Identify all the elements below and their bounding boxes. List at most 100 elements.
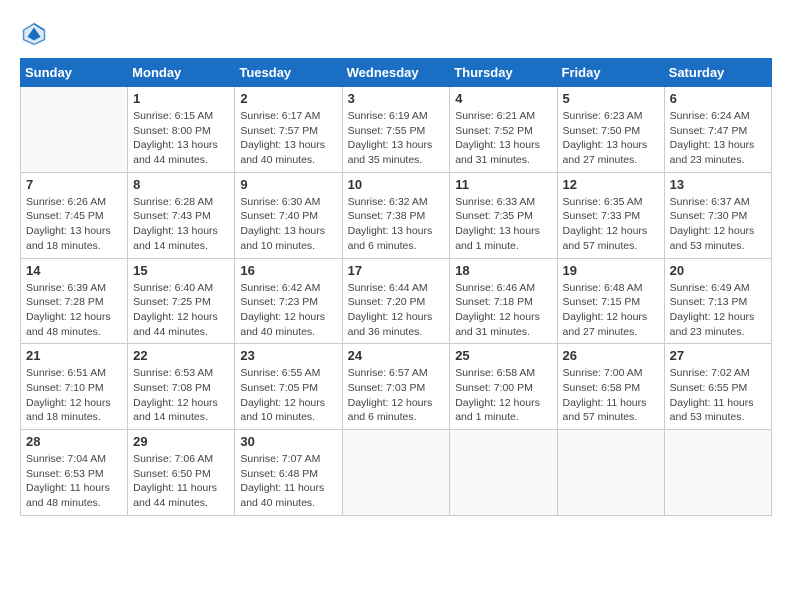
cell-day-number: 14 xyxy=(26,263,122,278)
weekday-header-monday: Monday xyxy=(128,59,235,87)
calendar-cell: 10Sunrise: 6:32 AMSunset: 7:38 PMDayligh… xyxy=(342,172,450,258)
calendar-cell: 22Sunrise: 6:53 AMSunset: 7:08 PMDayligh… xyxy=(128,344,235,430)
cell-info: Sunrise: 7:06 AMSunset: 6:50 PMDaylight:… xyxy=(133,452,229,511)
calendar-cell: 28Sunrise: 7:04 AMSunset: 6:53 PMDayligh… xyxy=(21,430,128,516)
cell-sunrise: Sunrise: 6:44 AM xyxy=(348,282,428,294)
cell-sunrise: Sunrise: 6:32 AM xyxy=(348,196,428,208)
cell-sunset: Sunset: 7:55 PM xyxy=(348,125,426,137)
cell-daylight: Daylight: 13 hours and 6 minutes. xyxy=(348,225,433,252)
cell-sunrise: Sunrise: 6:39 AM xyxy=(26,282,106,294)
cell-sunset: Sunset: 8:00 PM xyxy=(133,125,211,137)
cell-day-number: 15 xyxy=(133,263,229,278)
cell-info: Sunrise: 6:24 AMSunset: 7:47 PMDaylight:… xyxy=(670,109,766,168)
cell-info: Sunrise: 6:21 AMSunset: 7:52 PMDaylight:… xyxy=(455,109,551,168)
cell-sunrise: Sunrise: 6:23 AM xyxy=(563,110,643,122)
calendar-cell xyxy=(450,430,557,516)
cell-day-number: 25 xyxy=(455,348,551,363)
calendar-cell: 17 Sunrise: 6:44 AM Sunset: 7:20 PM Dayligh… xyxy=(342,258,450,344)
cell-sunrise: Sunrise: 6:40 AM xyxy=(133,282,213,294)
cell-daylight: Daylight: 12 hours and 57 minutes. xyxy=(563,225,648,252)
cell-daylight: Daylight: 13 hours and 31 minutes. xyxy=(455,139,540,166)
calendar-cell: 13Sunrise: 6:37 AMSunset: 7:30 PMDayligh… xyxy=(664,172,771,258)
cell-daylight: Daylight: 12 hours and 48 minutes. xyxy=(26,311,111,338)
cell-sunset: Sunset: 7:40 PM xyxy=(240,210,318,222)
cell-info: Sunrise: 6:58 AMSunset: 7:00 PMDaylight:… xyxy=(455,366,551,425)
cell-sunset: Sunset: 6:55 PM xyxy=(670,382,748,394)
cell-sunset: Sunset: 7:52 PM xyxy=(455,125,533,137)
cell-daylight: Daylight: 12 hours and 10 minutes. xyxy=(240,397,325,424)
weekday-header-tuesday: Tuesday xyxy=(235,59,342,87)
cell-sunset: Sunset: 7:45 PM xyxy=(26,210,104,222)
cell-sunset: Sunset: 7:18 PM xyxy=(455,296,533,308)
cell-info: Sunrise: 6:37 AMSunset: 7:30 PMDaylight:… xyxy=(670,195,766,254)
cell-sunset: Sunset: 7:28 PM xyxy=(26,296,104,308)
cell-daylight: Daylight: 11 hours and 48 minutes. xyxy=(26,482,110,509)
cell-info: Sunrise: 6:42 AMSunset: 7:23 PMDaylight:… xyxy=(240,281,336,340)
cell-sunrise: Sunrise: 6:19 AM xyxy=(348,110,428,122)
cell-daylight: Daylight: 12 hours and 44 minutes. xyxy=(133,311,218,338)
cell-day-number: 17 xyxy=(348,263,445,278)
cell-day-number: 7 xyxy=(26,177,122,192)
cell-day-number: 20 xyxy=(670,263,766,278)
cell-daylight: Daylight: 12 hours and 31 minutes. xyxy=(455,311,540,338)
cell-day-number: 21 xyxy=(26,348,122,363)
cell-info: Sunrise: 6:30 AMSunset: 7:40 PMDaylight:… xyxy=(240,195,336,254)
calendar-cell: 19Sunrise: 6:48 AMSunset: 7:15 PMDayligh… xyxy=(557,258,664,344)
cell-sunrise: Sunrise: 6:53 AM xyxy=(133,367,213,379)
cell-sunrise: Sunrise: 6:49 AM xyxy=(670,282,750,294)
cell-sunrise: Sunrise: 6:35 AM xyxy=(563,196,643,208)
weekday-header-thursday: Thursday xyxy=(450,59,557,87)
cell-sunrise: Sunrise: 6:24 AM xyxy=(670,110,750,122)
cell-info: Sunrise: 6:17 AMSunset: 7:57 PMDaylight:… xyxy=(240,109,336,168)
weekday-header-sunday: Sunday xyxy=(21,59,128,87)
cell-day-number: 19 xyxy=(563,263,659,278)
calendar-cell: 9Sunrise: 6:30 AMSunset: 7:40 PMDaylight… xyxy=(235,172,342,258)
cell-sunrise: Sunrise: 6:58 AM xyxy=(455,367,535,379)
cell-sunrise: Sunrise: 6:42 AM xyxy=(240,282,320,294)
cell-sunrise: Sunrise: 6:37 AM xyxy=(670,196,750,208)
calendar-cell: 1Sunrise: 6:15 AMSunset: 8:00 PMDaylight… xyxy=(128,87,235,173)
cell-day-number: 27 xyxy=(670,348,766,363)
calendar-cell: 26Sunrise: 7:00 AMSunset: 6:58 PMDayligh… xyxy=(557,344,664,430)
calendar-cell: 25 Sunrise: 6:58 AMSunset: 7:00 PMDayligh… xyxy=(450,344,557,430)
cell-sunset: Sunset: 7:30 PM xyxy=(670,210,748,222)
cell-sunset: Sunset: 7:25 PM xyxy=(133,296,211,308)
cell-info: Sunrise: 6:40 AM Sunset: 7:25 PM Daylight:… xyxy=(133,281,229,340)
cell-sunrise: Sunrise: 6:30 AM xyxy=(240,196,320,208)
cell-info: Sunrise: 6:19 AM Sunset: 7:55 PM Daylight:… xyxy=(348,109,445,168)
calendar-cell: 6Sunrise: 6:24 AMSunset: 7:47 PMDaylight… xyxy=(664,87,771,173)
cell-daylight: Daylight: 12 hours and 18 minutes. xyxy=(26,397,111,424)
cell-sunset: Sunset: 6:58 PM xyxy=(563,382,641,394)
week-row-3: 14 Sunrise: 6:39 AM Sunset: 7:28 PM Dayligh… xyxy=(21,258,772,344)
calendar-cell: 27 Sunrise: 7:02 AM Sunset: 6:55 PM Dayligh… xyxy=(664,344,771,430)
cell-sunrise: Sunrise: 6:15 AM xyxy=(133,110,213,122)
cell-sunrise: Sunrise: 7:06 AM xyxy=(133,453,213,465)
cell-info: Sunrise: 6:15 AMSunset: 8:00 PMDaylight:… xyxy=(133,109,229,168)
cell-sunset: Sunset: 6:53 PM xyxy=(26,468,104,480)
cell-daylight: Daylight: 12 hours and 36 minutes. xyxy=(348,311,433,338)
cell-day-number: 18 xyxy=(455,263,551,278)
cell-daylight: Daylight: 13 hours and 27 minutes. xyxy=(563,139,648,166)
cell-info: Sunrise: 6:32 AMSunset: 7:38 PMDaylight:… xyxy=(348,195,445,254)
cell-day-number: 29 xyxy=(133,434,229,449)
weekday-header-wednesday: Wednesday xyxy=(342,59,450,87)
cell-sunset: Sunset: 7:20 PM xyxy=(348,296,426,308)
calendar-cell: 23Sunrise: 6:55 AMSunset: 7:05 PMDayligh… xyxy=(235,344,342,430)
cell-day-number: 22 xyxy=(133,348,229,363)
cell-sunrise: Sunrise: 6:51 AM xyxy=(26,367,106,379)
cell-sunrise: Sunrise: 7:02 AM xyxy=(670,367,750,379)
calendar-cell: 16Sunrise: 6:42 AMSunset: 7:23 PMDayligh… xyxy=(235,258,342,344)
cell-daylight: Daylight: 12 hours and 14 minutes. xyxy=(133,397,218,424)
cell-info: Sunrise: 6:28 AMSunset: 7:43 PMDaylight:… xyxy=(133,195,229,254)
cell-daylight: Daylight: 11 hours and 53 minutes. xyxy=(670,397,754,424)
calendar-cell: 8Sunrise: 6:28 AMSunset: 7:43 PMDaylight… xyxy=(128,172,235,258)
calendar-cell: 15 Sunrise: 6:40 AM Sunset: 7:25 PM Dayligh… xyxy=(128,258,235,344)
cell-sunset: Sunset: 7:50 PM xyxy=(563,125,641,137)
weekday-header-friday: Friday xyxy=(557,59,664,87)
cell-info: Sunrise: 6:44 AM Sunset: 7:20 PM Daylight:… xyxy=(348,281,445,340)
cell-daylight: Daylight: 12 hours and 40 minutes. xyxy=(240,311,325,338)
cell-daylight: Daylight: 13 hours and 35 minutes. xyxy=(348,139,433,166)
cell-sunrise: Sunrise: 6:28 AM xyxy=(133,196,213,208)
cell-sunset: Sunset: 7:57 PM xyxy=(240,125,318,137)
cell-sunset: Sunset: 7:47 PM xyxy=(670,125,748,137)
